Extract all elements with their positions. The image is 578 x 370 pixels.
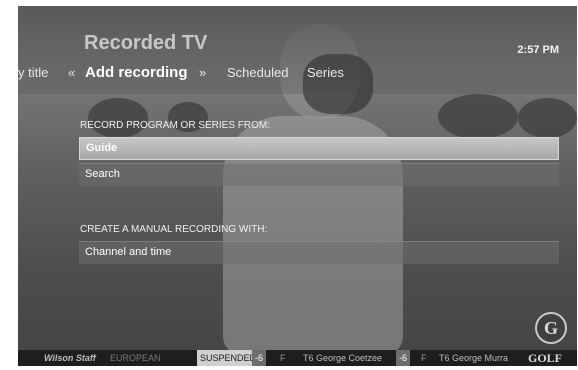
ticker-score: -6: [252, 350, 267, 366]
ticker-tour: EUROPEAN: [110, 353, 161, 363]
tab-series[interactable]: Series: [307, 65, 344, 80]
ticker-flag: F: [280, 353, 286, 363]
manual-recording-label: CREATE A MANUAL RECORDING WITH:: [80, 224, 268, 235]
ticker-sponsor: Wilson Staff: [44, 353, 96, 363]
ticker-player: T6 George Coetzee: [303, 353, 383, 363]
tab-add-recording[interactable]: Add recording: [85, 64, 188, 81]
score-ticker: Wilson Staff EUROPEAN SUSPENDED -6 F T6 …: [18, 350, 577, 366]
background-tree: [438, 94, 518, 139]
tab-bar: y title « Add recording » Scheduled Seri…: [18, 64, 577, 84]
clock: 2:57 PM: [517, 44, 559, 56]
record-from-label: RECORD PROGRAM OR SERIES FROM:: [80, 120, 271, 131]
network-logo: GOLF: [528, 351, 563, 365]
menu-item-guide[interactable]: Guide: [79, 137, 559, 160]
channel-logo-icon: G: [535, 312, 567, 344]
ticker-player: T6 George Murra: [439, 353, 509, 363]
tab-previous[interactable]: y title: [18, 65, 48, 80]
tv-screen: Recorded TV 2:57 PM y title « Add record…: [18, 6, 577, 366]
ticker-status: SUSPENDED: [197, 350, 260, 366]
menu-item-channel-and-time[interactable]: Channel and time: [79, 241, 559, 264]
menu-item-search[interactable]: Search: [79, 163, 559, 186]
ticker-score: -6: [396, 350, 411, 366]
ticker-flag: F: [421, 353, 427, 363]
right-arrow-icon[interactable]: »: [199, 65, 206, 80]
section-title: Recorded TV: [84, 32, 208, 54]
tab-scheduled[interactable]: Scheduled: [227, 65, 288, 80]
background-tree: [518, 98, 577, 138]
left-arrow-icon[interactable]: «: [68, 65, 75, 80]
background-tree: [88, 98, 148, 138]
